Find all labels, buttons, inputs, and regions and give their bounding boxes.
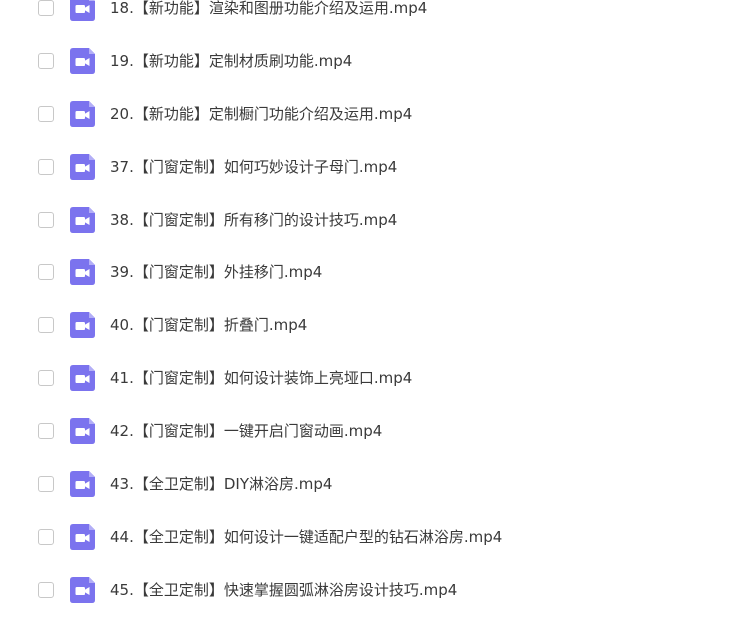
- file-row[interactable]: 44.【全卫定制】如何设计一键适配户型的钻石淋浴房.mp4: [0, 511, 750, 564]
- file-row[interactable]: 19.【新功能】定制材质刷功能.mp4: [0, 35, 750, 88]
- file-row[interactable]: 38.【门窗定制】所有移门的设计技巧.mp4: [0, 194, 750, 247]
- file-name[interactable]: 41.【门窗定制】如何设计装饰上亮垭口.mp4: [110, 368, 412, 388]
- file-name[interactable]: 44.【全卫定制】如何设计一键适配户型的钻石淋浴房.mp4: [110, 527, 502, 547]
- file-checkbox[interactable]: [38, 317, 54, 334]
- video-file-icon: [70, 100, 95, 127]
- file-name[interactable]: 45.【全卫定制】快速掌握圆弧淋浴房设计技巧.mp4: [110, 580, 457, 600]
- file-checkbox[interactable]: [38, 476, 54, 493]
- file-row[interactable]: 40.【门窗定制】折叠门.mp4: [0, 299, 750, 352]
- file-row[interactable]: 41.【门窗定制】如何设计装饰上亮垭口.mp4: [0, 352, 750, 405]
- file-checkbox[interactable]: [38, 105, 54, 122]
- file-name[interactable]: 40.【门窗定制】折叠门.mp4: [110, 315, 307, 335]
- video-file-icon: [70, 576, 95, 603]
- file-name[interactable]: 20.【新功能】定制橱门功能介绍及运用.mp4: [110, 104, 412, 124]
- file-checkbox[interactable]: [38, 581, 54, 598]
- video-file-icon: [70, 259, 95, 286]
- file-checkbox[interactable]: [38, 0, 54, 16]
- file-checkbox[interactable]: [38, 211, 54, 228]
- video-file-icon: [70, 365, 95, 392]
- file-name[interactable]: 39.【门窗定制】外挂移门.mp4: [110, 262, 322, 282]
- file-row[interactable]: 43.【全卫定制】DIY淋浴房.mp4: [0, 458, 750, 511]
- file-row[interactable]: 18.【新功能】渲染和图册功能介绍及运用.mp4: [0, 0, 750, 35]
- file-name[interactable]: 37.【门窗定制】如何巧妙设计子母门.mp4: [110, 157, 397, 177]
- file-name[interactable]: 38.【门窗定制】所有移门的设计技巧.mp4: [110, 210, 397, 230]
- file-row[interactable]: 42.【门窗定制】一键开启门窗动画.mp4: [0, 405, 750, 458]
- file-row[interactable]: 37.【门窗定制】如何巧妙设计子母门.mp4: [0, 141, 750, 194]
- file-row[interactable]: 20.【新功能】定制橱门功能介绍及运用.mp4: [0, 88, 750, 141]
- file-checkbox[interactable]: [38, 423, 54, 440]
- file-name[interactable]: 42.【门窗定制】一键开启门窗动画.mp4: [110, 421, 382, 441]
- video-file-icon: [70, 206, 95, 233]
- file-checkbox[interactable]: [38, 158, 54, 175]
- file-name[interactable]: 18.【新功能】渲染和图册功能介绍及运用.mp4: [110, 0, 427, 18]
- video-file-icon: [70, 418, 95, 445]
- file-checkbox[interactable]: [38, 52, 54, 69]
- file-name[interactable]: 43.【全卫定制】DIY淋浴房.mp4: [110, 474, 332, 494]
- file-name[interactable]: 19.【新功能】定制材质刷功能.mp4: [110, 51, 352, 71]
- file-list: 18.【新功能】渲染和图册功能介绍及运用.mp4 19.【新功能】定制材质刷功能…: [0, 0, 750, 617]
- video-file-icon: [70, 47, 95, 74]
- video-file-icon: [70, 471, 95, 498]
- video-file-icon: [70, 523, 95, 550]
- video-file-icon: [70, 153, 95, 180]
- video-file-icon: [70, 0, 95, 21]
- file-checkbox[interactable]: [38, 528, 54, 545]
- file-row[interactable]: 39.【门窗定制】外挂移门.mp4: [0, 246, 750, 299]
- file-checkbox[interactable]: [38, 370, 54, 387]
- file-checkbox[interactable]: [38, 264, 54, 281]
- video-file-icon: [70, 312, 95, 339]
- file-row[interactable]: 45.【全卫定制】快速掌握圆弧淋浴房设计技巧.mp4: [0, 564, 750, 617]
